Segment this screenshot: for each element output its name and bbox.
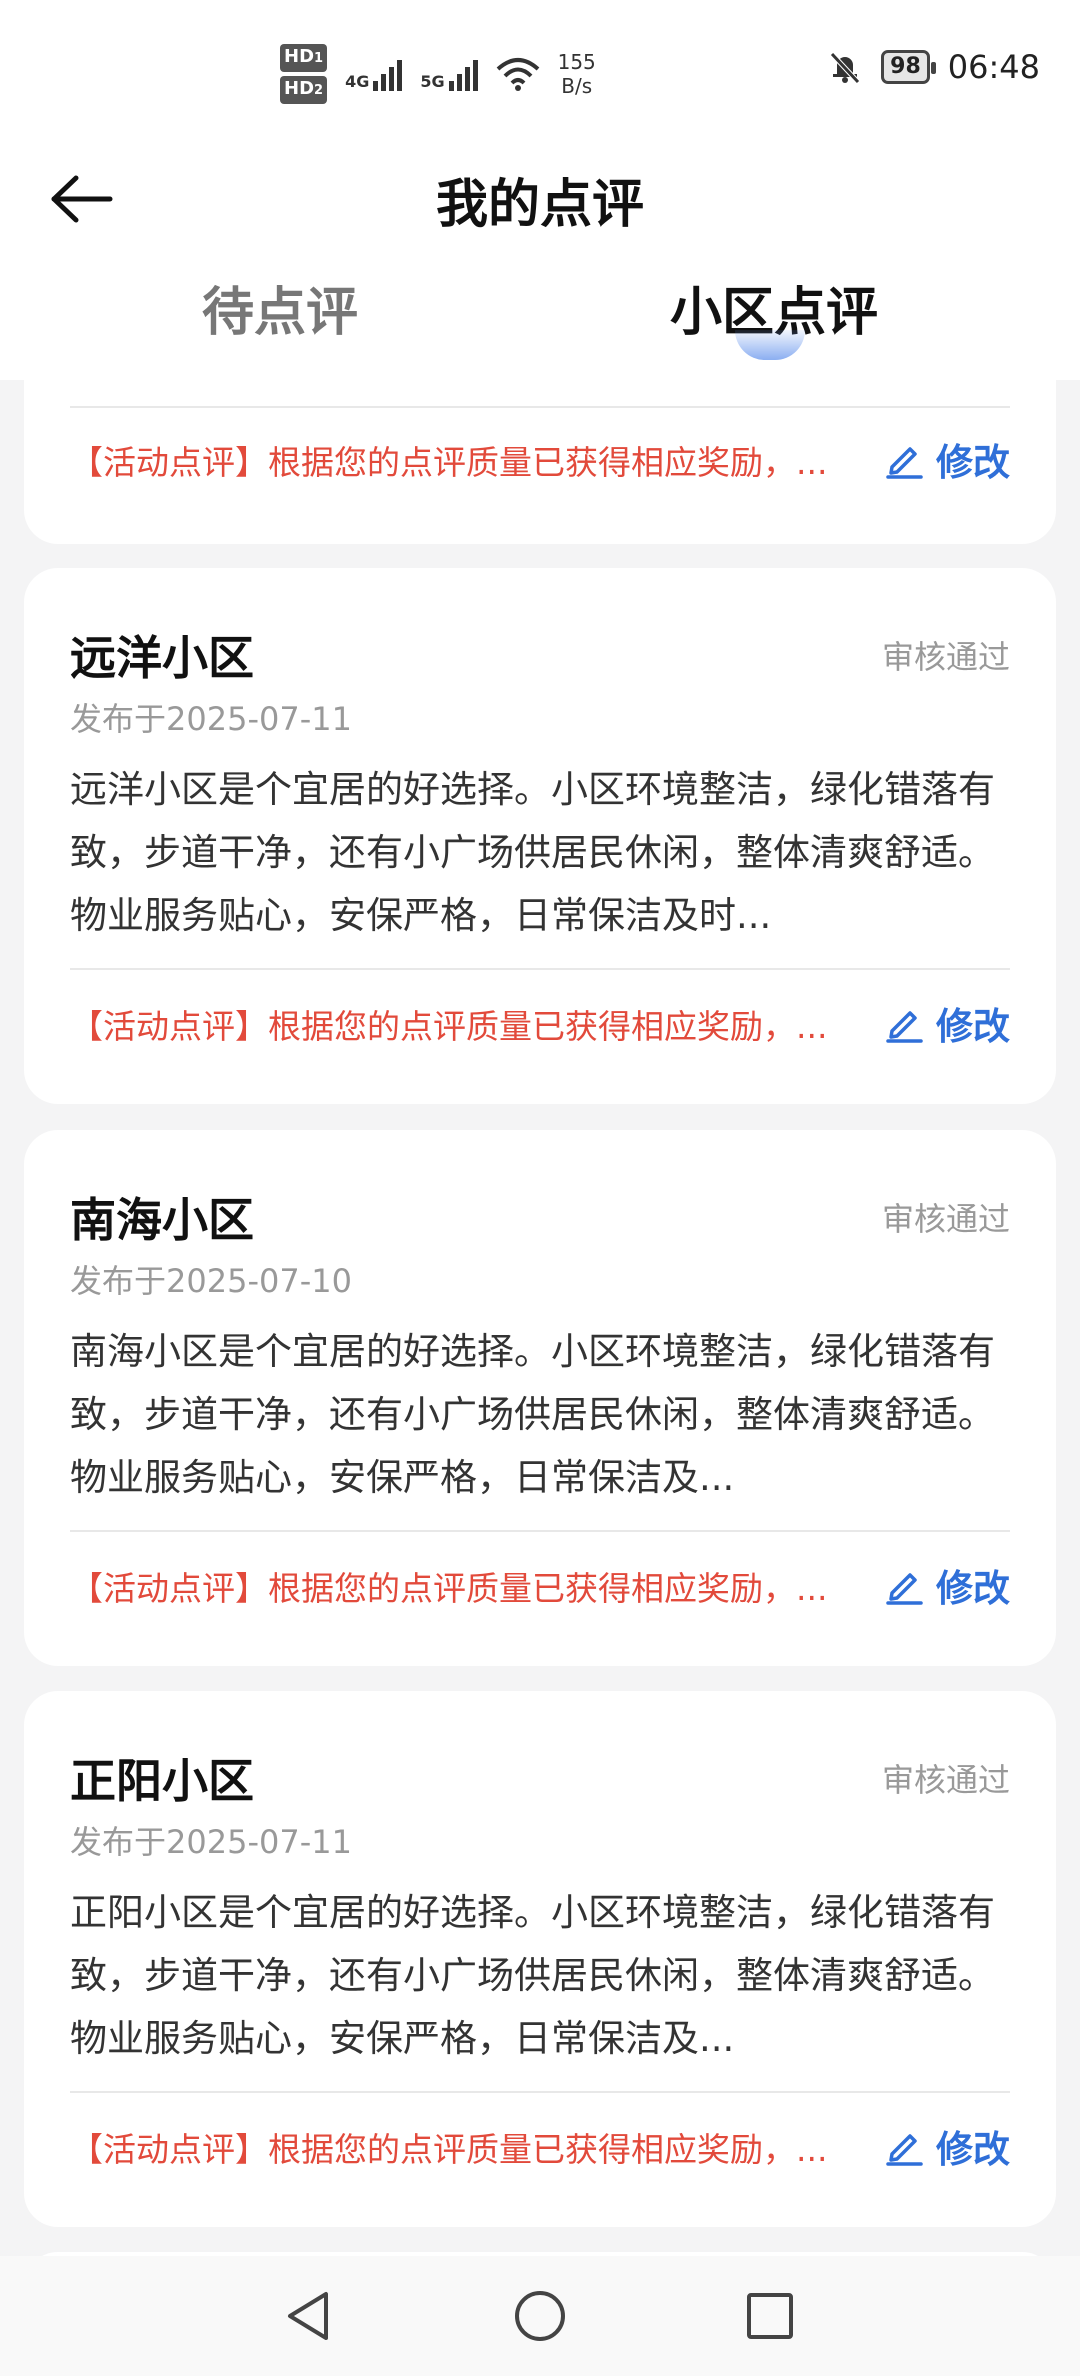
publish-date: 发布于2025-07-11 <box>70 700 352 738</box>
pencil-icon <box>886 1011 923 1043</box>
review-card: 南海小区 审核通过 发布于2025-07-10 南海小区是个宜居的好选择。小区环… <box>24 1130 1056 1666</box>
signal-icon <box>373 57 403 91</box>
reward-note: 【活动点评】根据您的点评质量已获得相应奖励，... <box>70 2130 828 2169</box>
pencil-icon <box>886 1573 923 1605</box>
system-nav-bar <box>0 2256 1080 2376</box>
pencil-icon <box>886 447 923 479</box>
community-name: 正阳小区 <box>70 1754 254 1808</box>
mute-bell-icon <box>830 52 860 84</box>
publish-date: 发布于2025-07-10 <box>70 1262 352 1300</box>
app-header: 我的点评 待点评 小区点评 <box>0 140 1080 380</box>
back-triangle-icon[interactable] <box>280 2286 340 2346</box>
sim2-badge: HD2 <box>280 76 328 104</box>
page-title: 我的点评 <box>435 175 644 235</box>
status-left: HD1 HD2 4G 5G 155 B/s <box>280 44 596 104</box>
edit-button[interactable]: 修改 <box>884 432 1010 486</box>
sim-indicators: HD1 HD2 <box>280 42 328 106</box>
clock: 06:48 <box>947 48 1040 86</box>
community-name: 南海小区 <box>70 1193 254 1247</box>
edit-button[interactable]: 修改 <box>884 996 1010 1050</box>
reward-note: 【活动点评】根据您的点评质量已获得相应奖励，... <box>70 1569 828 1608</box>
card-divider <box>70 968 1010 970</box>
signal-5g: 5G <box>420 57 478 91</box>
home-circle-icon[interactable] <box>510 2286 570 2346</box>
review-status: 审核通过 <box>881 1200 1010 1238</box>
wifi-icon <box>496 58 539 91</box>
publish-date: 发布于2025-07-11 <box>70 1823 352 1861</box>
review-status: 审核通过 <box>881 638 1010 676</box>
pencil-icon <box>886 2134 923 2166</box>
edit-label: 修改 <box>936 1567 1010 1610</box>
reward-note: 【活动点评】根据您的点评质量已获得相应奖励，... <box>70 1007 828 1046</box>
review-status: 审核通过 <box>881 1761 1010 1799</box>
network-speed: 155 B/s <box>557 50 596 98</box>
tab-pending-review[interactable]: 待点评 <box>202 270 358 345</box>
battery-indicator: 98 <box>881 50 936 84</box>
tab-bar: 待点评 小区点评 <box>0 270 1080 370</box>
status-right: 98 06:48 <box>827 48 1040 86</box>
sim1-badge: HD1 <box>280 44 328 72</box>
edit-button[interactable]: 修改 <box>884 1558 1010 1612</box>
review-card: 【活动点评】根据您的点评质量已获得相应奖励，... 修改 <box>24 380 1056 544</box>
reward-note: 【活动点评】根据您的点评质量已获得相应奖励，... <box>70 443 828 482</box>
recents-square-icon[interactable] <box>740 2286 800 2346</box>
edit-label: 修改 <box>936 2128 1010 2171</box>
edit-label: 修改 <box>936 441 1010 484</box>
review-text: 正阳小区是个宜居的好选择。小区环境整洁，绿化错落有致，步道干净，还有小广场供居民… <box>70 1891 995 2060</box>
edit-label: 修改 <box>936 1005 1010 1048</box>
review-card: 正阳小区 审核通过 发布于2025-07-11 正阳小区是个宜居的好选择。小区环… <box>24 1691 1056 2227</box>
edit-button[interactable]: 修改 <box>884 2119 1010 2173</box>
review-list[interactable]: 【活动点评】根据您的点评质量已获得相应奖励，... 修改 远洋小区 审核通过 发… <box>0 380 1080 2260</box>
review-card: 远洋小区 审核通过 发布于2025-07-11 远洋小区是个宜居的好选择。小区环… <box>24 568 1056 1104</box>
card-divider <box>70 2091 1010 2093</box>
review-text: 南海小区是个宜居的好选择。小区环境整洁，绿化错落有致，步道干净，还有小广场供居民… <box>70 1330 995 1499</box>
community-name: 远洋小区 <box>70 631 254 685</box>
card-divider <box>70 1530 1010 1532</box>
status-bar: HD1 HD2 4G 5G 155 B/s 98 06:48 <box>0 0 1080 140</box>
signal-icon <box>448 57 478 91</box>
card-divider <box>70 406 1010 408</box>
review-text: 远洋小区是个宜居的好选择。小区环境整洁，绿化错落有致，步道干净，还有小广场供居民… <box>70 768 995 937</box>
signal-4g: 4G <box>345 57 403 91</box>
